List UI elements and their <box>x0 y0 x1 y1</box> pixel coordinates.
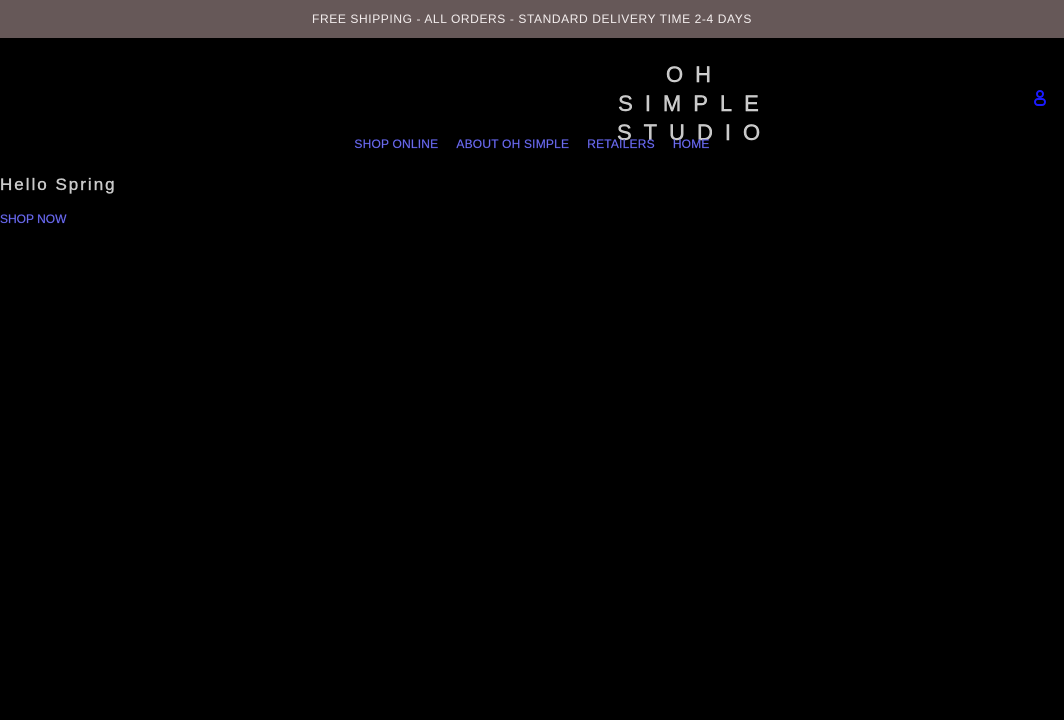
announcement-text: FREE SHIPPING - ALL ORDERS - STANDARD DE… <box>312 12 752 26</box>
logo[interactable]: OH SIMPLE STUDIO <box>612 60 777 147</box>
account-button[interactable] <box>1031 88 1049 108</box>
nav-home[interactable]: HOME <box>673 137 710 151</box>
main-nav: SHOP ONLINE ABOUT OH SIMPLE RETAILERS HO… <box>0 137 1064 151</box>
announcement-bar: FREE SHIPPING - ALL ORDERS - STANDARD DE… <box>0 0 1064 38</box>
hero-title: Hello Spring <box>0 175 117 194</box>
user-icon <box>1034 90 1046 106</box>
nav-shop-online[interactable]: SHOP ONLINE <box>354 137 438 151</box>
shop-now-link[interactable]: SHOP NOW <box>0 212 67 226</box>
logo-line-1: OH SIMPLE <box>618 62 771 116</box>
nav-about[interactable]: ABOUT OH SIMPLE <box>456 137 569 151</box>
nav-retailers[interactable]: RETAILERS <box>587 137 655 151</box>
